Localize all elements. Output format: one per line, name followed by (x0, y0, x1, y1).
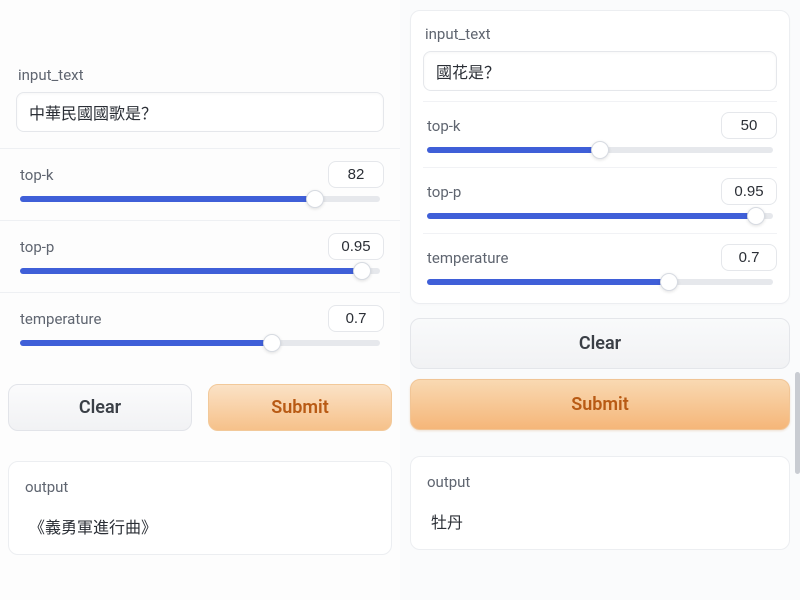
topk-label: top-k (16, 166, 54, 184)
temperature-slider-thumb[interactable] (660, 273, 678, 291)
output-value: 《義勇軍進行曲》 (23, 504, 377, 538)
temperature-slider[interactable] (20, 340, 380, 346)
temperature-label: temperature (16, 310, 101, 328)
topk-slider-block: top-k (423, 101, 777, 167)
temperature-label: temperature (423, 249, 508, 267)
topk-slider-thumb[interactable] (591, 141, 609, 159)
left-panel: input_text top-k top-p temperature (0, 0, 400, 600)
input-stack: input_text top-k top-p tem (410, 10, 790, 304)
topk-value-input[interactable] (328, 161, 384, 188)
topk-label: top-k (423, 117, 461, 135)
input-text-field[interactable] (423, 51, 777, 91)
topk-slider-thumb[interactable] (306, 190, 324, 208)
topk-value-input[interactable] (721, 112, 777, 139)
output-label: output (25, 478, 375, 496)
topp-label: top-p (16, 238, 54, 256)
topk-slider-block: top-k (0, 148, 400, 220)
input-text-group: input_text (0, 50, 400, 148)
clear-button[interactable]: Clear (8, 384, 192, 431)
output-value: 牡丹 (425, 499, 775, 533)
topp-slider[interactable] (20, 268, 380, 274)
topp-slider[interactable] (427, 213, 773, 219)
topp-value-input[interactable] (721, 178, 777, 205)
topp-slider-block: top-p (0, 220, 400, 292)
temperature-slider-block: temperature (423, 233, 777, 299)
output-card: output 《義勇軍進行曲》 (8, 461, 392, 555)
button-row: Clear Submit (0, 370, 400, 439)
temperature-slider[interactable] (427, 279, 773, 285)
temperature-slider-block: temperature (0, 292, 400, 364)
submit-button[interactable]: Submit (410, 379, 790, 430)
clear-button[interactable]: Clear (410, 318, 790, 369)
temperature-value-input[interactable] (328, 305, 384, 332)
submit-button[interactable]: Submit (208, 384, 392, 431)
input-text-label: input_text (425, 25, 775, 43)
topk-slider[interactable] (20, 196, 380, 202)
output-label: output (427, 473, 773, 491)
temperature-slider-thumb[interactable] (263, 334, 281, 352)
right-panel: input_text top-k top-p tem (400, 0, 800, 600)
output-card: output 牡丹 (410, 456, 790, 550)
topp-value-input[interactable] (328, 233, 384, 260)
input-text-field[interactable] (16, 92, 384, 132)
topp-slider-thumb[interactable] (353, 262, 371, 280)
scrollbar-thumb[interactable] (795, 372, 800, 474)
input-text-label: input_text (18, 66, 382, 84)
topp-label: top-p (423, 183, 461, 201)
topp-slider-block: top-p (423, 167, 777, 233)
topk-slider[interactable] (427, 147, 773, 153)
temperature-value-input[interactable] (721, 244, 777, 271)
topp-slider-thumb[interactable] (747, 207, 765, 225)
